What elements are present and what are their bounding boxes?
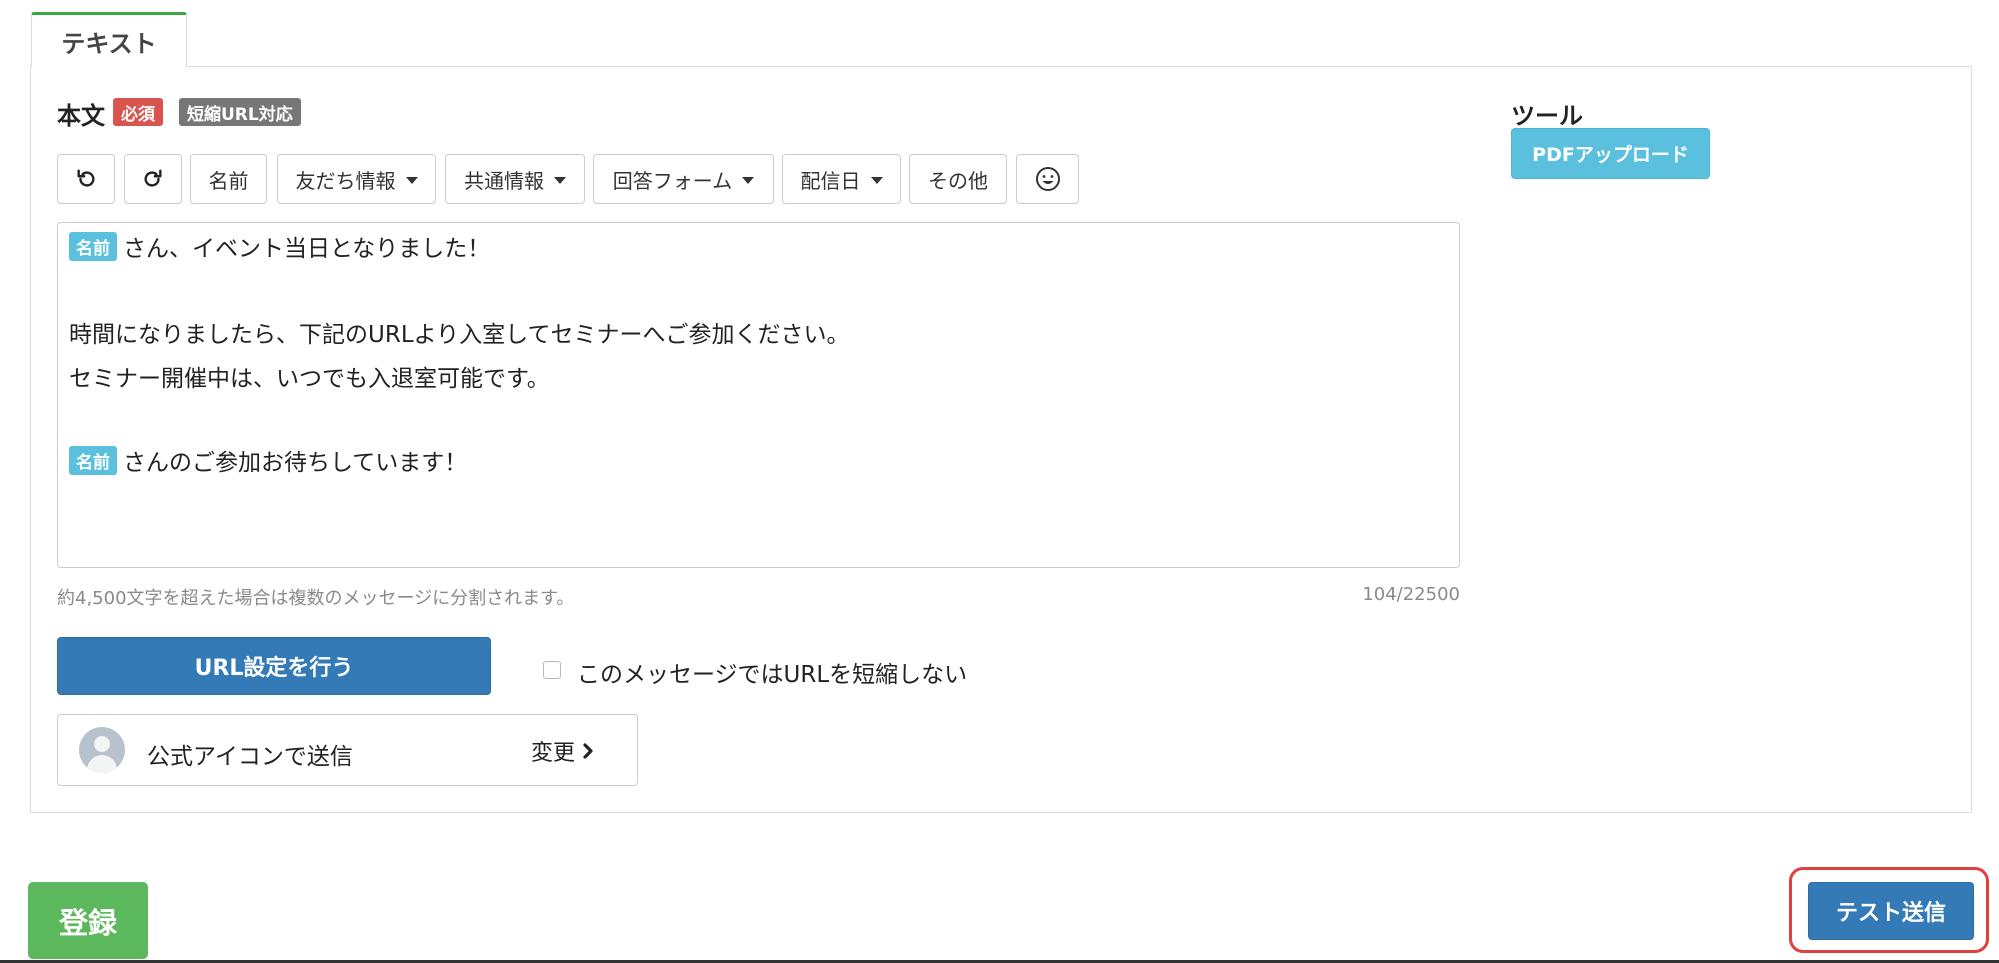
test-send-button[interactable]: テスト送信	[1808, 882, 1974, 940]
editor-line-3: セミナー開催中は、いつでも入退室可能です。	[69, 366, 550, 392]
other-button[interactable]: その他	[909, 154, 1007, 204]
tab-text[interactable]: テキスト	[31, 12, 187, 67]
name-variable-tag[interactable]: 名前	[69, 445, 117, 475]
common-info-label: 共通情報	[464, 168, 544, 193]
editor-line-2: 時間になりましたら、下記のURLより入室してセミナーへご参加ください。	[69, 322, 850, 348]
redo-icon	[144, 169, 162, 187]
friend-info-dropdown[interactable]: 友だち情報	[277, 154, 436, 204]
sender-label: 公式アイコンで送信	[147, 744, 353, 770]
emoji-button[interactable]	[1016, 154, 1079, 204]
change-label: 変更	[531, 741, 576, 766]
url-settings-button[interactable]: URL設定を行う	[57, 637, 491, 695]
message-editor[interactable]: 名前 さん、イベント当日となりました！ 時間になりましたら、下記のURLより入室…	[57, 222, 1460, 568]
no-shorten-label[interactable]: このメッセージではURLを短縮しない	[577, 655, 967, 689]
other-label: その他	[928, 168, 988, 193]
delivery-date-dropdown[interactable]: 配信日	[782, 154, 901, 204]
caret-down-icon	[742, 176, 755, 184]
caret-down-icon	[405, 176, 418, 184]
change-sender-link[interactable]: 変更	[531, 735, 595, 767]
editor-line-4: 名前 さんのご参加お待ちしています！	[69, 443, 467, 477]
required-badge: 必須	[113, 98, 163, 126]
friend-info-label: 友だち情報	[295, 168, 396, 193]
delivery-date-label: 配信日	[800, 168, 861, 193]
name-variable-tag[interactable]: 名前	[69, 231, 117, 261]
editor-line-4-text: さんのご参加お待ちしています！	[123, 450, 468, 476]
body-label: 本文	[57, 102, 105, 130]
answer-form-label: 回答フォーム	[612, 168, 733, 193]
caret-down-icon	[870, 176, 883, 184]
redo-button[interactable]	[124, 154, 182, 204]
editor-line-1-text: さん、イベント当日となりました！	[123, 236, 491, 262]
pdf-upload-button[interactable]: PDFアップロード	[1511, 128, 1710, 179]
tools-title: ツール	[1511, 102, 1583, 130]
avatar	[79, 727, 125, 773]
no-shorten-checkbox[interactable]	[543, 661, 561, 679]
short-url-badge: 短縮URL対応	[179, 98, 301, 126]
common-info-dropdown[interactable]: 共通情報	[445, 154, 585, 204]
undo-button[interactable]	[57, 154, 115, 204]
sender-selector: 公式アイコンで送信 変更	[57, 714, 638, 786]
char-counter: 104/22500	[1362, 584, 1460, 605]
chevron-right-icon	[583, 743, 593, 759]
smile-icon	[1035, 167, 1060, 191]
undo-icon	[77, 169, 95, 187]
answer-form-dropdown[interactable]: 回答フォーム	[593, 154, 774, 204]
register-button[interactable]: 登録	[28, 882, 148, 959]
insert-name-button[interactable]: 名前	[190, 154, 267, 204]
caret-down-icon	[554, 176, 566, 184]
split-help-text: 約4,500文字を超えた場合は複数のメッセージに分割されます。	[57, 588, 575, 609]
editor-line-1: 名前 さん、イベント当日となりました！	[69, 229, 490, 263]
insert-name-label: 名前	[208, 168, 249, 193]
